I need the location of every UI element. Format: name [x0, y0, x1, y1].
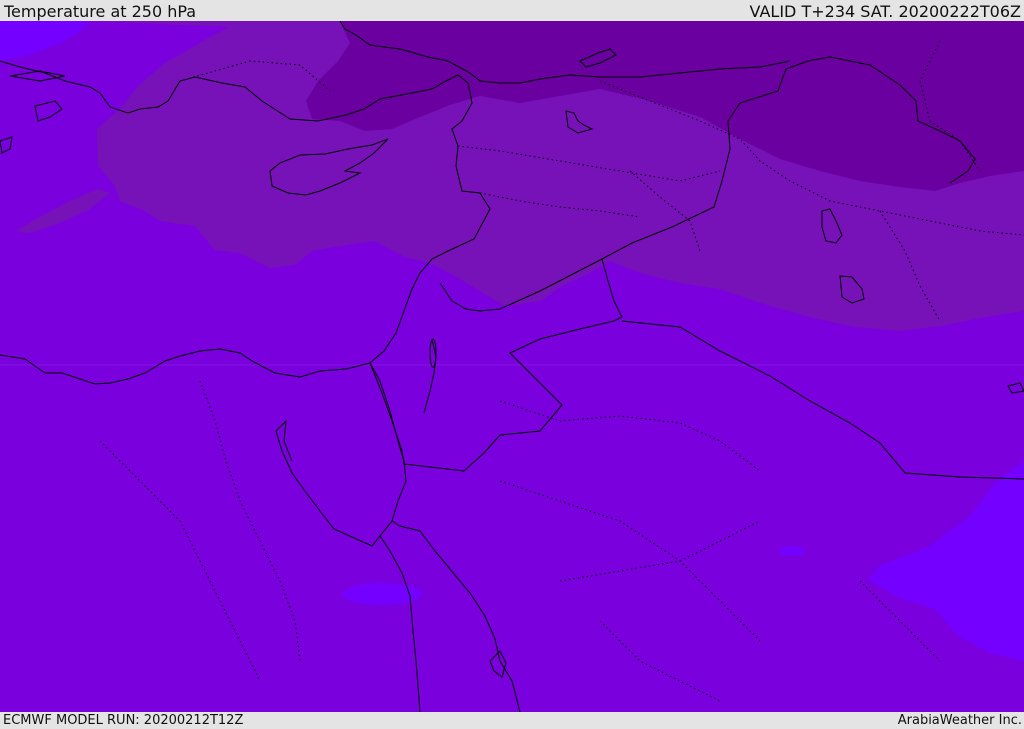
- footer-bar: ECMWF MODEL RUN: 20200212T12Z ArabiaWeat…: [0, 712, 1024, 729]
- header-bar: Temperature at 250 hPa VALID T+234 SAT. …: [0, 0, 1024, 21]
- map-canvas: [0, 21, 1024, 712]
- valid-time-label: VALID T+234 SAT. 20200222T06Z: [749, 2, 1021, 21]
- band-warm-spot: [779, 546, 805, 556]
- model-run-label: ECMWF MODEL RUN: 20200212T12Z: [3, 713, 244, 728]
- credit-label: ArabiaWeather Inc.: [897, 713, 1022, 728]
- band-cold-spot: [389, 68, 411, 80]
- map-title: Temperature at 250 hPa: [4, 2, 197, 21]
- weather-map[interactable]: [0, 21, 1024, 712]
